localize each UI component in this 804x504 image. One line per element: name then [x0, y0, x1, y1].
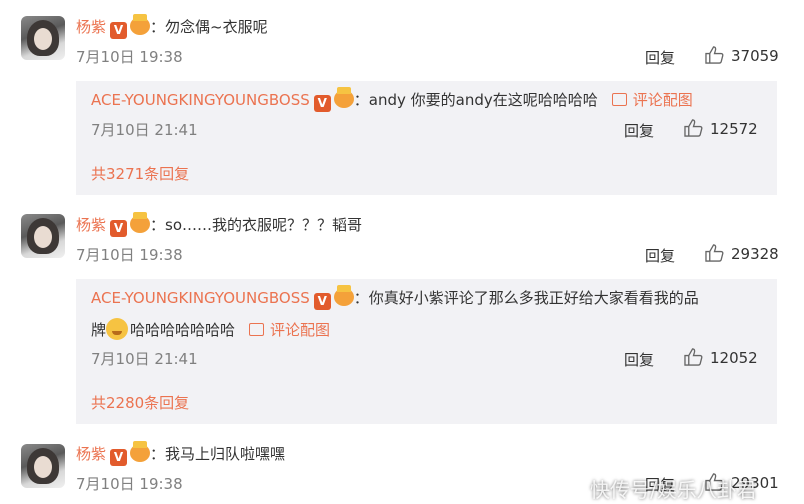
total-replies-link[interactable]: 共2280条回复	[91, 392, 189, 413]
reply-line: ACE-YOUNGKINGYOUNGBOSS V ：andy 你要的andy在这呢哈…	[91, 87, 693, 112]
comment-line: 杨紫 V ：我马上归队啦嘿嘿	[76, 441, 286, 466]
comment-text: ：so……我的衣服呢？？？韬哥	[150, 216, 363, 234]
like-button[interactable]: 37059	[705, 46, 779, 65]
comment-text: ：勿念偶~衣服呢	[150, 18, 268, 36]
reply-text: 牌	[91, 321, 107, 339]
picture-icon	[249, 323, 265, 336]
reply-button[interactable]: 回复	[645, 245, 675, 266]
avatar[interactable]	[21, 214, 65, 258]
comment-text: ：我马上归队啦嘿嘿	[150, 445, 286, 463]
comment-line: 杨紫 V ：勿念偶~衣服呢	[76, 14, 268, 39]
watermark: 快传号/娱乐八卦君	[590, 478, 757, 502]
reply-text: ：你真好小紫评论了那么多我正好给大家看看我的品	[353, 289, 699, 307]
picture-icon	[611, 93, 627, 106]
user-name[interactable]: 杨紫	[76, 216, 106, 234]
like-count: 29328	[731, 245, 779, 263]
verified-icon: V	[313, 95, 331, 112]
like-count: 12052	[710, 349, 758, 367]
comment-time: 7月10日 19:38	[76, 48, 183, 66]
thumb-up-icon	[684, 119, 703, 137]
reply-button[interactable]: 回复	[645, 47, 675, 68]
avatar[interactable]	[21, 444, 65, 488]
comment-image-link[interactable]: 评论配图	[249, 321, 330, 339]
like-count: 37059	[731, 47, 779, 65]
user-name[interactable]: 杨紫	[76, 445, 106, 463]
reply-button[interactable]: 回复	[624, 120, 654, 141]
like-button[interactable]: 12052	[684, 348, 758, 367]
reply-user-name[interactable]: ACE-YOUNGKINGYOUNGBOSS	[91, 91, 310, 109]
thumb-up-icon	[705, 46, 724, 64]
like-button[interactable]: 12572	[684, 119, 758, 138]
reply-line: ACE-YOUNGKINGYOUNGBOSS V ：你真好小紫评论了那么多我正好给大…	[91, 285, 699, 310]
comment-line: 杨紫 V ：so……我的衣服呢？？？韬哥	[76, 212, 363, 237]
reply-line-2: 牌 哈哈哈哈哈哈哈 评论配图	[91, 318, 330, 340]
verified-icon: V	[313, 293, 331, 310]
thumb-up-icon	[684, 348, 703, 366]
reply-text: ：andy 你要的andy在这呢哈哈哈哈	[353, 91, 598, 109]
reply-box: ACE-YOUNGKINGYOUNGBOSS V ：你真好小紫评论了那么多我正好给大…	[76, 279, 777, 424]
member-crown-icon	[130, 14, 151, 35]
member-crown-icon	[333, 285, 354, 306]
verified-icon: V	[110, 220, 128, 237]
comment-image-link[interactable]: 评论配图	[611, 91, 693, 109]
member-crown-icon	[333, 87, 354, 108]
reply-time: 7月10日 21:41	[91, 350, 198, 368]
reply-button[interactable]: 回复	[624, 349, 654, 370]
reply-time: 7月10日 21:41	[91, 121, 198, 139]
total-replies-link[interactable]: 共3271条回复	[91, 163, 189, 184]
thumb-up-icon	[705, 244, 724, 262]
reply-user-name[interactable]: ACE-YOUNGKINGYOUNGBOSS	[91, 289, 310, 307]
user-name[interactable]: 杨紫	[76, 18, 106, 36]
member-crown-icon	[130, 441, 151, 462]
comment-time: 7月10日 19:38	[76, 475, 183, 493]
like-count: 12572	[710, 120, 758, 138]
verified-icon: V	[110, 449, 128, 466]
verified-icon: V	[110, 22, 128, 39]
comment-time: 7月10日 19:38	[76, 246, 183, 264]
avatar[interactable]	[21, 16, 65, 60]
reply-text: 哈哈哈哈哈哈哈	[130, 321, 236, 339]
reply-box: ACE-YOUNGKINGYOUNGBOSS V ：andy 你要的andy在这呢哈…	[76, 81, 777, 195]
member-crown-icon	[130, 212, 151, 233]
emoji-icon	[106, 318, 129, 340]
like-button[interactable]: 29328	[705, 244, 779, 263]
